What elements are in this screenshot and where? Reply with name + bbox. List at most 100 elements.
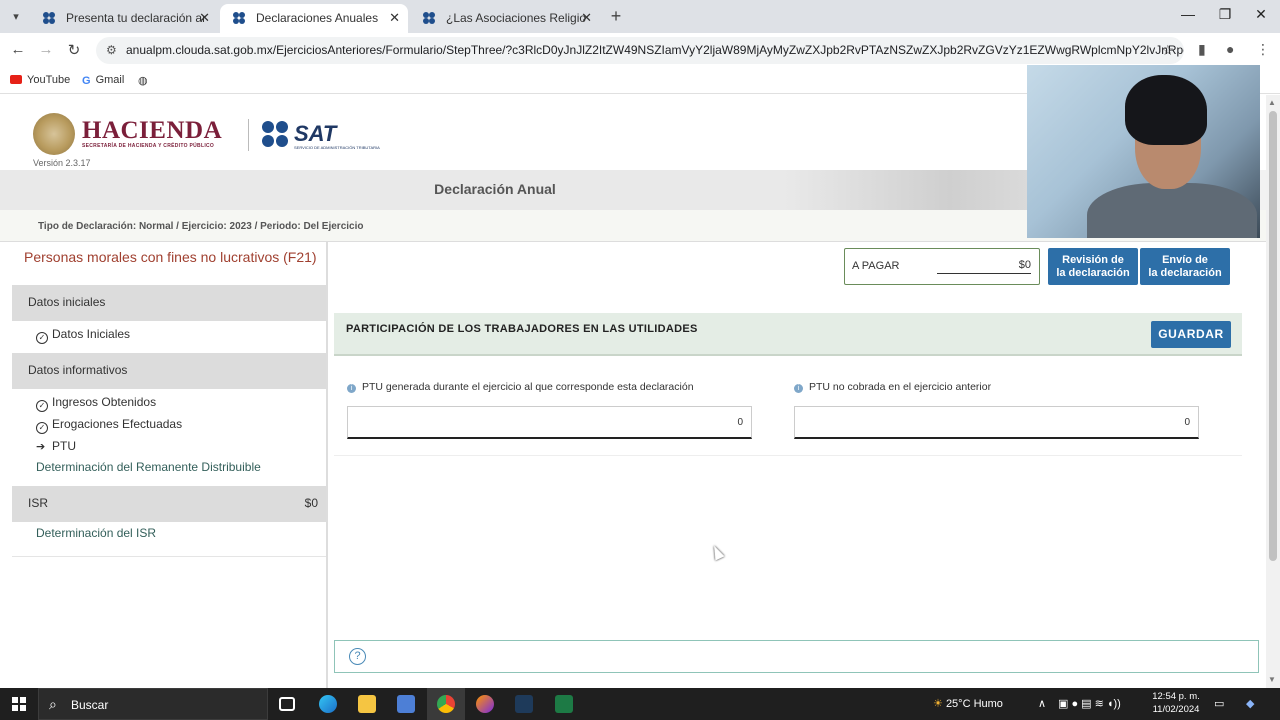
minimize-icon[interactable]: — (1173, 6, 1203, 22)
sun-haze-icon: ☀ (933, 698, 943, 710)
section-datos-informativos[interactable]: Datos informativos (12, 353, 326, 389)
address-toolbar: ← → ↻ ⚙ anualpm.clouda.sat.gob.mx/Ejerci… (0, 33, 1280, 68)
ptu-generated-input[interactable]: 0 (347, 406, 752, 439)
sat-logo-text: SAT (294, 121, 337, 146)
copilot-icon[interactable]: ◆ (1246, 697, 1254, 710)
search-label: Buscar (71, 698, 109, 712)
new-tab-plus-icon[interactable]: + (606, 6, 626, 27)
excel-icon[interactable] (555, 695, 573, 713)
menu-kebab-icon[interactable]: ⋮ (1256, 41, 1270, 58)
weather-widget[interactable]: ☀ 25°C Humo (933, 697, 1003, 710)
browser-tab-3[interactable]: ¿Las Asociaciones Religiosas pa ✕ (410, 4, 600, 33)
sidebar-item-isr[interactable]: Determinación del ISR (36, 526, 156, 540)
bookmark-label: Gmail (95, 74, 125, 86)
sat-favicon-icon (233, 12, 245, 24)
sidebar-item-ptu[interactable]: ➔ PTU (36, 439, 76, 453)
file-explorer-icon[interactable] (358, 695, 376, 713)
back-arrow-icon[interactable]: ← (8, 41, 28, 58)
sidebar-item-ingresos[interactable]: ✓ Ingresos Obtenidos (36, 395, 156, 412)
check-circle-icon: ✓ (36, 400, 48, 412)
sidebar-item-datos-iniciales[interactable]: ✓ Datos Iniciales (36, 327, 130, 344)
section-isr[interactable]: ISR $0 (12, 486, 326, 522)
scrollbar-thumb[interactable] (1269, 111, 1277, 561)
windows-start-icon[interactable] (12, 697, 26, 711)
ptu-panel: PARTICIPACIÓN DE LOS TRABAJADORES EN LAS… (334, 313, 1242, 456)
chrome-icon[interactable] (437, 695, 455, 713)
save-button[interactable]: GUARDAR (1151, 321, 1231, 348)
app-icon[interactable] (515, 695, 533, 713)
task-view-icon[interactable] (279, 697, 295, 711)
bookmark-youtube[interactable]: YouTube (10, 74, 70, 86)
send-declaration-button[interactable]: Envío de la declaración (1140, 248, 1230, 285)
side-panel-icon[interactable]: ▮ (1198, 41, 1206, 58)
version-label: Versión 2.3.17 (33, 158, 91, 168)
sidebar-item-label: Erogaciones Efectuadas (52, 417, 183, 431)
notifications-icon[interactable]: ▭ (1214, 697, 1224, 710)
mexico-seal-icon (33, 113, 75, 155)
ptu-uncollected-input[interactable]: 0 (794, 406, 1199, 439)
logo-divider (248, 119, 249, 151)
webcam-overlay (1027, 65, 1260, 238)
amount-due-value: $0 (937, 259, 1031, 274)
browser-tab-1[interactable]: Presenta tu declaración anual d ✕ (30, 4, 218, 33)
form-title: Personas morales con fines no lucrativos… (24, 249, 317, 265)
mouse-cursor-icon (709, 543, 725, 561)
browser-tab-2[interactable]: Declaraciones Anuales ✕ (220, 4, 408, 33)
help-question-icon[interactable]: ? (349, 648, 366, 665)
info-icon[interactable]: i (347, 384, 356, 393)
bookmark-gmail[interactable]: G Gmail (82, 74, 124, 87)
review-declaration-button[interactable]: Revisión de la declaración (1048, 248, 1138, 285)
close-icon[interactable]: ✕ (581, 4, 592, 32)
section-amount: $0 (304, 496, 318, 510)
bookmark-star-icon[interactable]: ☆ (1161, 37, 1174, 64)
weather-text: 25°C Humo (945, 698, 1003, 710)
tab-title: Declaraciones Anuales (256, 11, 379, 25)
page-scrollbar[interactable]: ▲ ▼ (1266, 95, 1280, 688)
section-datos-iniciales[interactable]: Datos iniciales (12, 285, 326, 321)
close-icon[interactable]: ✕ (199, 4, 210, 32)
sat-favicon-icon (43, 12, 55, 24)
scroll-up-icon[interactable]: ▲ (1268, 98, 1276, 107)
tab-title: ¿Las Asociaciones Religiosas pa (446, 11, 586, 25)
close-icon[interactable]: ✕ (389, 4, 400, 32)
sidebar-item-erogaciones[interactable]: ✓ Erogaciones Efectuadas (36, 417, 182, 434)
profile-avatar-icon[interactable]: ● (1226, 41, 1234, 57)
url-field[interactable]: ⚙ anualpm.clouda.sat.gob.mx/EjerciciosAn… (96, 37, 1184, 64)
taskbar-search[interactable]: ⌕ Buscar (38, 688, 268, 720)
ptu-generated-label: i PTU generada durante el ejercicio al qu… (347, 381, 694, 393)
firefox-icon[interactable] (476, 695, 494, 713)
section-label: Datos informativos (28, 363, 128, 377)
scroll-down-icon[interactable]: ▼ (1268, 675, 1276, 684)
check-circle-icon: ✓ (36, 332, 48, 344)
webcam-person-body (1087, 183, 1257, 238)
browser-tab-bar: ▾ Presenta tu declaración anual d ✕ Decl… (0, 0, 1280, 33)
site-settings-icon[interactable]: ⚙ (106, 37, 117, 64)
sat-logo-icon (262, 121, 290, 149)
windows-taskbar: ⌕ Buscar ☀ 25°C Humo ∧ ▣ ● ▤ ≋ ◖)) 12:54… (0, 688, 1280, 720)
window-close-icon[interactable]: ✕ (1246, 6, 1276, 23)
clock-time: 12:54 p. m. (1152, 691, 1200, 702)
button-label-line: Revisión de (1062, 254, 1124, 266)
bookmark-label: YouTube (27, 74, 71, 86)
sidebar-divider (12, 556, 326, 557)
store-icon[interactable] (397, 695, 415, 713)
field-label-text: PTU no cobrada en el ejercicio anterior (809, 381, 992, 393)
ptu-uncollected-label: i PTU no cobrada en el ejercicio anterior (794, 381, 991, 393)
tab-title: Presenta tu declaración anual d (66, 11, 206, 25)
tray-icons[interactable]: ▣ ● ▤ ≋ ◖)) (1058, 697, 1121, 710)
sidebar-item-remanente[interactable]: Determinación del Remanente Distribuible (36, 460, 261, 474)
forward-arrow-icon[interactable]: → (36, 41, 56, 58)
url-text: anualpm.clouda.sat.gob.mx/EjerciciosAnte… (126, 43, 1184, 57)
tab-search-icon[interactable]: ▾ (6, 7, 26, 27)
reload-icon[interactable]: ↻ (64, 41, 84, 59)
tray-chevron-up-icon[interactable]: ∧ (1038, 697, 1046, 710)
button-label-line: la declaración (1148, 267, 1222, 279)
globe-icon[interactable]: ◍ (138, 74, 148, 87)
info-icon[interactable]: i (794, 384, 803, 393)
taskbar-clock[interactable]: 12:54 p. m. 11/02/2024 (1150, 690, 1202, 716)
check-circle-icon: ✓ (36, 422, 48, 434)
edge-icon[interactable] (319, 695, 337, 713)
hacienda-subtitle: SECRETARÍA DE HACIENDA Y CRÉDITO PÚBLICO (82, 143, 215, 149)
search-icon: ⌕ (49, 696, 57, 712)
restore-icon[interactable]: ❐ (1210, 6, 1240, 23)
